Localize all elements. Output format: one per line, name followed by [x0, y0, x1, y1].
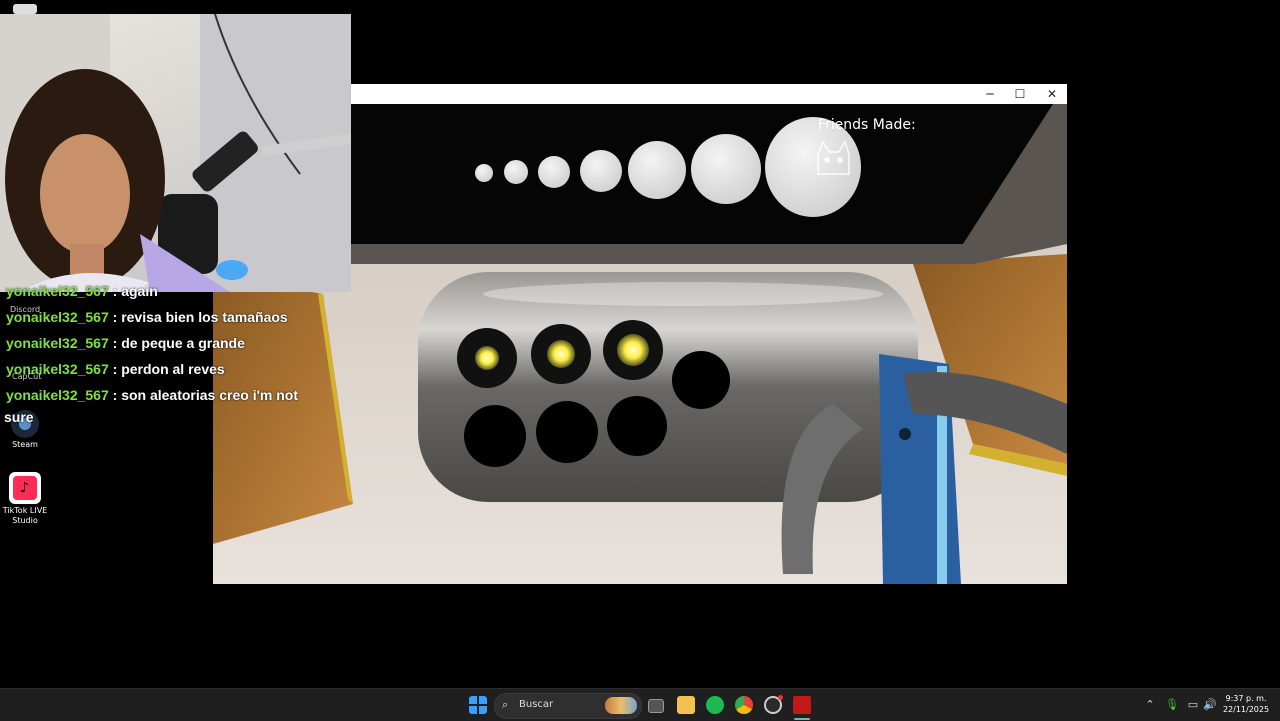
orb [691, 134, 761, 204]
tiktok-live-icon: ♪ [9, 472, 41, 504]
network-icon[interactable]: ▭ [1186, 698, 1200, 712]
light-off [672, 351, 730, 409]
chat-text: : perdon al reves [112, 361, 225, 377]
orb [538, 156, 570, 188]
chat-text: : revisa bien los tamañaos [112, 309, 288, 325]
desktop-icon-discord-label[interactable]: Discord [10, 305, 40, 314]
search-placeholder: Buscar [519, 699, 554, 710]
orb [504, 160, 528, 184]
desktop-icon-label: Steam [12, 440, 38, 449]
chat-username: yonaikel32_567 [6, 387, 109, 403]
game-app-icon[interactable] [793, 696, 811, 714]
window-titlebar[interactable]: ─ ☐ ✕ [351, 84, 1067, 104]
light-off [464, 405, 526, 467]
task-view-icon[interactable] [648, 699, 664, 713]
chat-username: yonaikel32_567 [6, 283, 109, 299]
light-off [536, 401, 598, 463]
light-lit-glow [475, 346, 499, 370]
clock-time: 9:37 p. m. [1225, 694, 1267, 703]
maximize-button[interactable]: ☐ [1005, 84, 1035, 104]
taskbar-clock[interactable]: 9:37 p. m. 22/11/2025 [1218, 693, 1274, 715]
orb [628, 141, 686, 199]
chevron-up-icon[interactable]: ⌃ [1143, 698, 1157, 712]
orb [580, 150, 622, 192]
chat-message: yonaikel32_567 : de peque a grande [6, 335, 245, 351]
desktop-icon-label: TikTok LIVE Studio [2, 506, 48, 525]
clock-date: 22/11/2025 [1222, 705, 1270, 714]
chat-text: : de peque a grande [112, 335, 245, 351]
chat-text: : son aleatorias creo i'm not [112, 387, 299, 403]
desktop-icon-tiktok-live[interactable]: ♪ TikTok LIVE Studio [0, 472, 50, 526]
minimize-button[interactable]: ─ [975, 84, 1005, 104]
search-input[interactable]: ⌕ Buscar [494, 693, 642, 719]
chat-text-wrap: sure [4, 409, 34, 425]
notification-dot [778, 695, 783, 700]
webcam-overlay [0, 14, 351, 292]
friends-made-label: Friends Made: [818, 117, 916, 133]
taskbar: ⌕ Buscar ⌃ 🎙 ▭ 🔊 9:37 p. m. 22/11/2025 [0, 688, 1280, 721]
desktop-icon-capcut-label[interactable]: CapCut [12, 372, 41, 381]
file-explorer-icon[interactable] [677, 696, 695, 714]
light-lit-glow [617, 334, 649, 366]
chrome-icon[interactable] [735, 696, 753, 714]
chat-message: yonaikel32_567 : again [6, 283, 158, 299]
windows-start-icon[interactable] [469, 696, 487, 714]
orb [475, 164, 493, 182]
spotify-icon[interactable] [706, 696, 724, 714]
volume-icon[interactable]: 🔊 [1203, 698, 1217, 712]
chat-username: yonaikel32_567 [6, 335, 109, 351]
microphone-icon[interactable]: 🎙 [1165, 698, 1179, 712]
webcam-feed-icon [0, 14, 351, 292]
chat-message: yonaikel32_567 : son aleatorias creo i'm… [6, 387, 298, 403]
steam-top-corner-icon[interactable] [13, 4, 37, 14]
search-icon: ⌕ [502, 698, 509, 711]
close-button[interactable]: ✕ [1037, 84, 1067, 104]
chat-message: yonaikel32_567 : revisa bien los tamañao… [6, 309, 288, 325]
light-lit-glow [547, 340, 575, 368]
chat-text: : again [112, 283, 158, 299]
search-highlight-icon [605, 697, 637, 714]
light-off [607, 396, 667, 456]
